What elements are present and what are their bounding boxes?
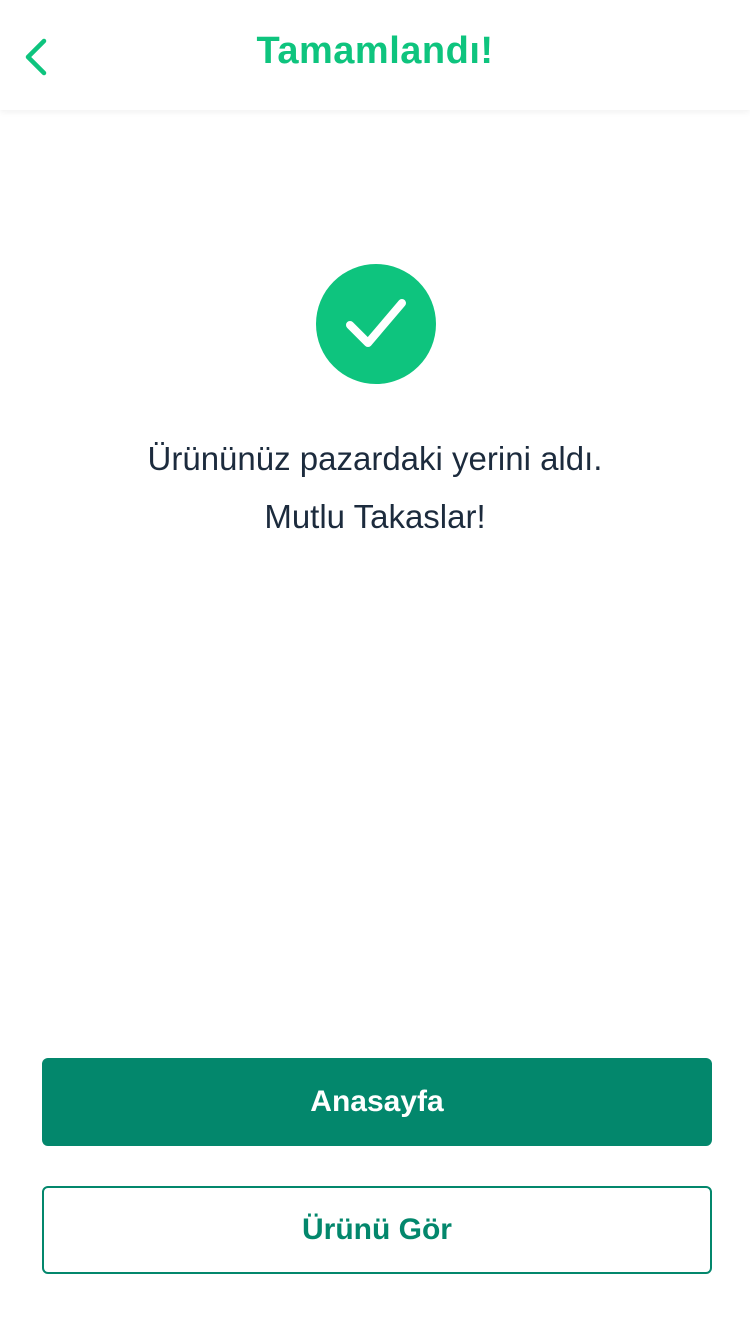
navigation-bar: Tamamlandı!	[0, 0, 750, 110]
page-title: Tamamlandı!	[256, 30, 494, 72]
success-badge	[316, 264, 436, 384]
home-button-label: Anasayfa	[310, 1085, 444, 1118]
success-message-line2: Mutlu Takaslar!	[264, 498, 486, 535]
view-product-button[interactable]: Ürünü Gör	[42, 1186, 712, 1274]
success-message: Ürününüz pazardaki yerini aldı. Mutlu Ta…	[0, 430, 750, 546]
view-product-button-label: Ürünü Gör	[302, 1213, 452, 1246]
success-message-line1: Ürününüz pazardaki yerini aldı.	[147, 440, 603, 477]
checkmark-icon	[346, 299, 406, 347]
completion-screen: Tamamlandı! Ürününüz pazardaki yerini al…	[0, 0, 750, 1334]
home-button[interactable]: Anasayfa	[42, 1058, 712, 1146]
